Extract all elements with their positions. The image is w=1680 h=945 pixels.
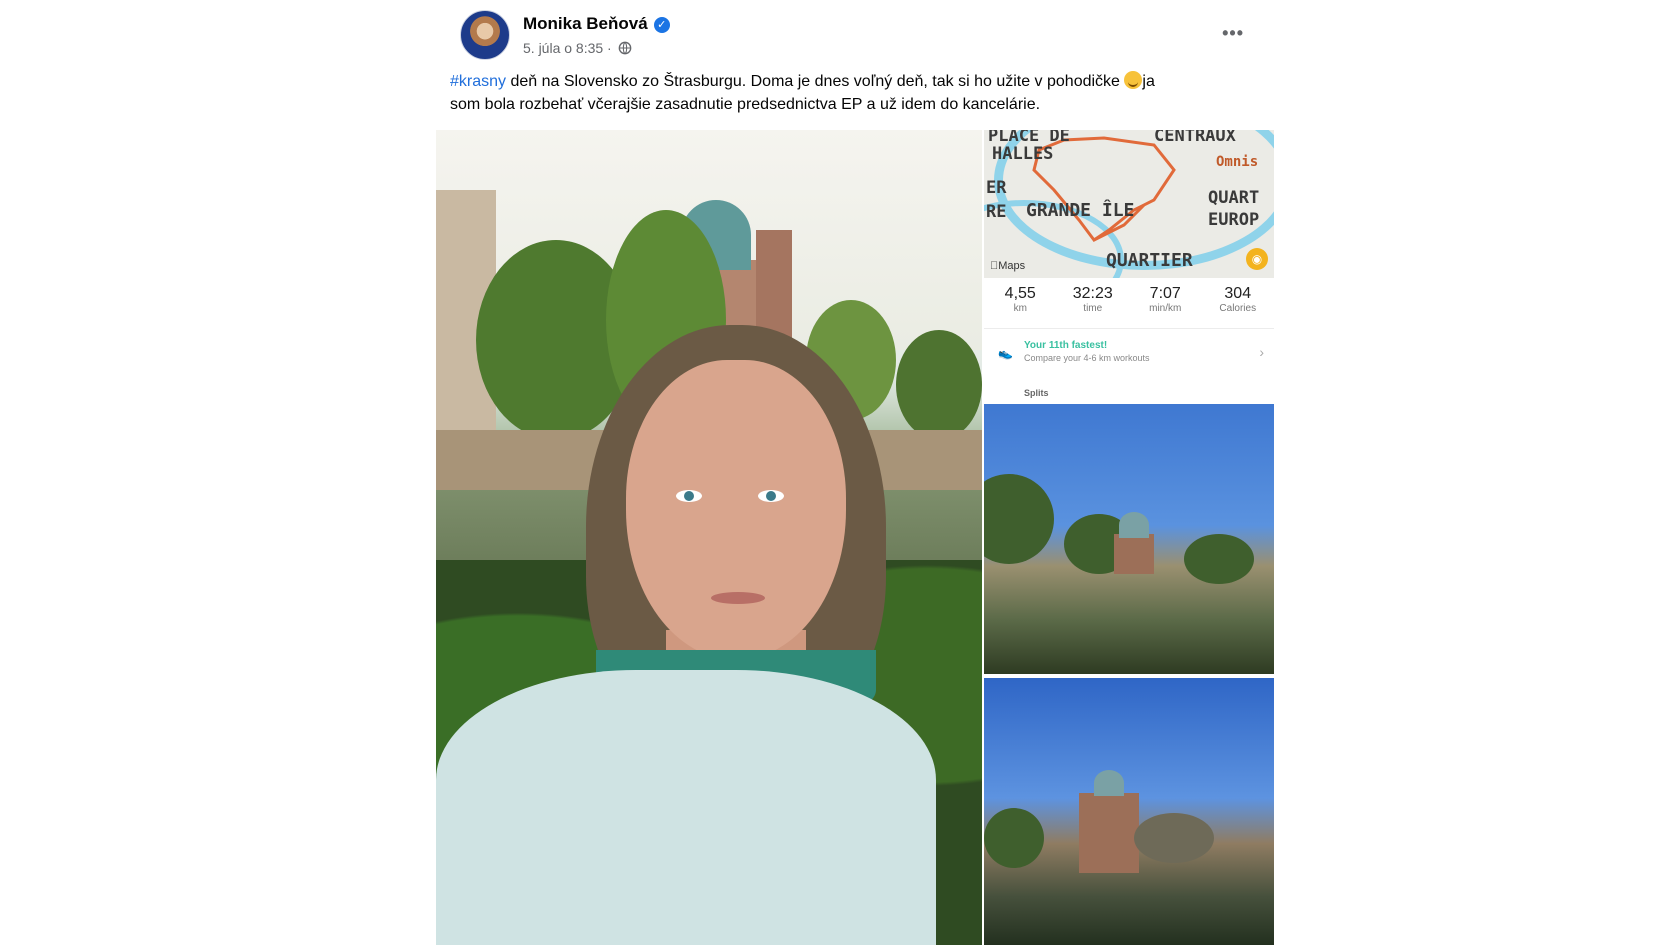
hashtag-link[interactable]: #krasny [450, 73, 506, 90]
selfie-photo[interactable] [436, 130, 982, 945]
author-name[interactable]: Monika Beňová [523, 14, 648, 33]
author-name-row: Monika Beňová ✓ [523, 14, 670, 34]
map-label-grande-ile: GRANDE ÎLE [1026, 200, 1135, 221]
post-meta: 5. júla o 8:35 · [523, 40, 632, 56]
globe-icon [618, 41, 631, 55]
fastest-subtitle: Compare your 4-6 km workouts [1024, 353, 1150, 363]
verified-badge-icon: ✓ [653, 17, 670, 33]
facebook-post: Monika Beňová ✓ 5. júla o 8:35 · ••• #kra… [436, 0, 1274, 945]
river-photo-1[interactable] [984, 404, 1274, 674]
stat-time: 32:23 time [1072, 285, 1113, 314]
run-stats: 4,55 km 32:23 time 7:07 min/km 304 Calor… [984, 285, 1274, 325]
river-photo-2[interactable] [984, 678, 1274, 945]
stat-calories: 304 Calories [1219, 285, 1257, 314]
running-shoe-icon: 👟 [998, 346, 1013, 360]
post-text-line1: deň na Slovensko zo Štrasburgu. Doma je … [506, 73, 1125, 90]
stat-pace: 7:07 min/km [1149, 285, 1182, 314]
post-timestamp[interactable]: 5. júla o 8:35 · [523, 40, 612, 56]
apple-maps-tag: Maps [990, 260, 1025, 272]
divider [984, 328, 1274, 329]
route-map: PLACE DE HALLES CENTRAUX Omnis ER RE GRA… [984, 130, 1274, 278]
map-label-quart: QUART [1208, 188, 1260, 208]
author-avatar[interactable] [460, 10, 510, 60]
photo-gallery: PLACE DE HALLES CENTRAUX Omnis ER RE GRA… [436, 130, 1274, 945]
post-text-line1-end: ja [1142, 73, 1155, 90]
run-map-screenshot[interactable]: PLACE DE HALLES CENTRAUX Omnis ER RE GRA… [984, 130, 1274, 398]
map-label-centraux: CENTRAUX [1154, 130, 1236, 146]
map-label-quartier: QUARTIER [1106, 250, 1193, 271]
fastest-row: 👟 Your 11th fastest! Compare your 4-6 km… [998, 340, 1268, 370]
chevron-right-icon: › [1259, 344, 1264, 360]
smiling-face-emoji [1124, 71, 1143, 89]
map-label-er: ER [986, 178, 1007, 198]
fastest-title: Your 11th fastest! [1024, 340, 1108, 351]
map-label-re: RE [986, 202, 1007, 222]
post-text: #krasny deň na Slovensko zo Štrasburgu. … [450, 70, 1240, 116]
map-label-halles: HALLES [992, 144, 1054, 164]
map-label-europ: EUROP [1208, 210, 1260, 230]
more-options-button[interactable]: ••• [1222, 24, 1244, 42]
map-label-omnis: Omnis [1216, 154, 1259, 170]
camera-icon: ◉ [1246, 248, 1268, 270]
splits-label: Splits [1024, 388, 1049, 398]
stat-distance: 4,55 km [1004, 285, 1036, 314]
post-header: Monika Beňová ✓ 5. júla o 8:35 · ••• [448, 10, 1266, 60]
post-text-line2: som bola rozbehať včerajšie zasadnutie p… [450, 96, 1041, 113]
